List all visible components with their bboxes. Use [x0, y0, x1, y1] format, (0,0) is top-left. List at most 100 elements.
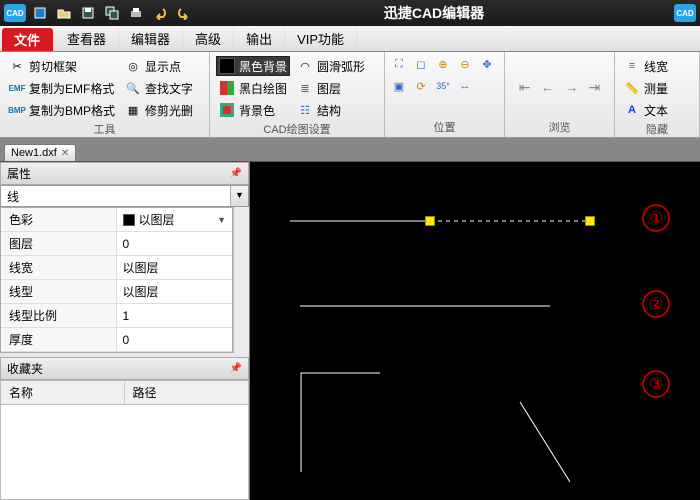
prop-row-lts[interactable]: 线型比例1 [1, 304, 232, 328]
zoom-extents-icon[interactable]: ⛶ [391, 56, 407, 72]
object-type-input[interactable] [1, 186, 230, 206]
ribbon-group-browse: ⇤ ← → ⇥ 浏览 [505, 52, 615, 137]
close-icon[interactable]: ✕ [61, 148, 69, 159]
col-name[interactable]: 名称 [1, 381, 125, 404]
trim-button[interactable]: ▦修剪光删 [122, 100, 196, 120]
menu-file[interactable]: 文件 [2, 28, 53, 51]
prop-key: 图层 [1, 232, 117, 255]
prop-key: 线型 [1, 280, 117, 303]
label: 黑色背景 [239, 58, 287, 75]
layer-icon: ≣ [297, 80, 313, 96]
ribbon-group-hide: ≡线宽 📏测量 A文本 隐藏 [615, 52, 700, 137]
scrollbar[interactable] [233, 207, 249, 353]
bw-draw-button[interactable]: 黑白绘图 [216, 78, 290, 98]
angle-icon[interactable]: 35° [435, 78, 451, 94]
save-icon[interactable] [78, 3, 98, 23]
label: 文本 [644, 102, 668, 119]
lineweight-button[interactable]: ≡线宽 [621, 56, 671, 76]
find-text-button[interactable]: 🔍查找文字 [122, 78, 196, 98]
properties-header: 属性 📌 [0, 162, 249, 185]
group-label: 隐藏 [621, 120, 693, 137]
prop-row-lw[interactable]: 线宽以图层 [1, 256, 232, 280]
zoom-in-icon[interactable]: ⊕ [435, 56, 451, 72]
redo-icon[interactable] [174, 3, 194, 23]
prop-row-lt[interactable]: 线型以图层 [1, 280, 232, 304]
structure-button[interactable]: ☷结构 [294, 100, 368, 120]
show-points-button[interactable]: ◎显示点 [122, 56, 196, 76]
zoom-window-icon[interactable]: ◻ [413, 56, 429, 72]
saveas-icon[interactable] [102, 3, 122, 23]
copy-bmp-button[interactable]: BMP复制为BMP格式 [6, 100, 118, 120]
undo-icon[interactable] [150, 3, 170, 23]
bg-color-button[interactable]: 背景色 [216, 100, 290, 120]
pan-icon[interactable]: ✥ [479, 56, 495, 72]
chevron-down-icon[interactable]: ▼ [217, 215, 226, 225]
annotation-3: ③ [642, 370, 670, 398]
pin-icon[interactable]: 📌 [230, 168, 242, 179]
left-panel: 属性 📌 ▼ 色彩 以图层▼ 图层0 线宽以图层 线型以图层 线型比例1 厚度0… [0, 162, 250, 500]
prop-val: 1 [117, 304, 233, 327]
nav-first-icon[interactable]: ⇤ [516, 79, 534, 96]
nav-next-icon[interactable]: → [562, 79, 582, 95]
prop-row-layer[interactable]: 图层0 [1, 232, 232, 256]
copy-emf-button[interactable]: EMF复制为EMF格式 [6, 78, 118, 98]
object-type-select[interactable]: ▼ [0, 185, 249, 207]
menu-editor[interactable]: 编辑器 [119, 26, 183, 51]
rotate-icon[interactable]: ⟳ [413, 78, 429, 94]
ribbon: ✂剪切框架 EMF复制为EMF格式 BMP复制为BMP格式 ◎显示点 🔍查找文字… [0, 52, 700, 138]
group-label: 浏览 [511, 118, 608, 135]
layers-button[interactable]: ≣图层 [294, 78, 368, 98]
workspace: 属性 📌 ▼ 色彩 以图层▼ 图层0 线宽以图层 线型以图层 线型比例1 厚度0… [0, 162, 700, 500]
menu-viewer[interactable]: 查看器 [55, 26, 119, 51]
prop-key: 线宽 [1, 256, 117, 279]
zoom-out-icon[interactable]: ⊖ [457, 56, 473, 72]
titlebar: CAD 迅捷CAD编辑器 CAD [0, 0, 700, 26]
new-icon[interactable] [30, 3, 50, 23]
nav-prev-icon[interactable]: ← [538, 79, 558, 95]
favorites-columns: 名称 路径 [0, 380, 249, 405]
pin-icon[interactable]: 📌 [230, 363, 242, 374]
target-icon: ◎ [125, 58, 141, 74]
fit-icon[interactable]: ▣ [391, 78, 407, 94]
document-tabs: New1.dxf ✕ [0, 138, 700, 162]
nav-last-icon[interactable]: ⇥ [586, 79, 604, 96]
crop-frame-button[interactable]: ✂剪切框架 [6, 56, 118, 76]
group-label: CAD绘图设置 [216, 120, 378, 137]
label: 查找文字 [145, 80, 193, 97]
grip-handle[interactable] [586, 217, 594, 225]
menu-advanced[interactable]: 高级 [183, 26, 234, 51]
smooth-arc-button[interactable]: ◠圆滑弧形 [294, 56, 368, 76]
ruler-icon: 📏 [624, 80, 640, 96]
open-icon[interactable] [54, 3, 74, 23]
prop-row-color[interactable]: 色彩 以图层▼ [1, 208, 232, 232]
label: 复制为EMF格式 [29, 80, 114, 97]
label: 结构 [317, 102, 341, 119]
prop-row-thk[interactable]: 厚度0 [1, 328, 232, 352]
menu-vip[interactable]: VIP功能 [285, 26, 357, 51]
grip-handle[interactable] [426, 217, 434, 225]
bw-icon [219, 80, 235, 96]
bmp-icon: BMP [9, 102, 25, 118]
col-path[interactable]: 路径 [125, 381, 165, 404]
label: 圆滑弧形 [317, 58, 365, 75]
prop-val: 以图层 [139, 211, 175, 228]
app-logo-right: CAD [674, 4, 696, 22]
text-icon: A [624, 102, 640, 118]
menu-output[interactable]: 输出 [234, 26, 285, 51]
print-icon[interactable] [126, 3, 146, 23]
favorites-body [0, 405, 249, 500]
measure-icon[interactable]: ↔ [457, 78, 473, 94]
app-logo: CAD [4, 4, 26, 22]
measure-button[interactable]: 📏测量 [621, 78, 671, 98]
prop-val: 以图层 [117, 280, 233, 303]
text-button[interactable]: A文本 [621, 100, 671, 120]
label: 黑白绘图 [239, 80, 287, 97]
chevron-down-icon[interactable]: ▼ [230, 186, 248, 206]
app-title: 迅捷CAD编辑器 [198, 3, 670, 23]
arc-icon: ◠ [297, 58, 313, 74]
struct-icon: ☷ [297, 102, 313, 118]
black-bg-button[interactable]: 黑色背景 [216, 56, 290, 76]
drawing-canvas[interactable]: ① ② ③ [250, 162, 700, 500]
document-tab[interactable]: New1.dxf ✕ [4, 144, 76, 161]
blackbg-icon [219, 58, 235, 74]
